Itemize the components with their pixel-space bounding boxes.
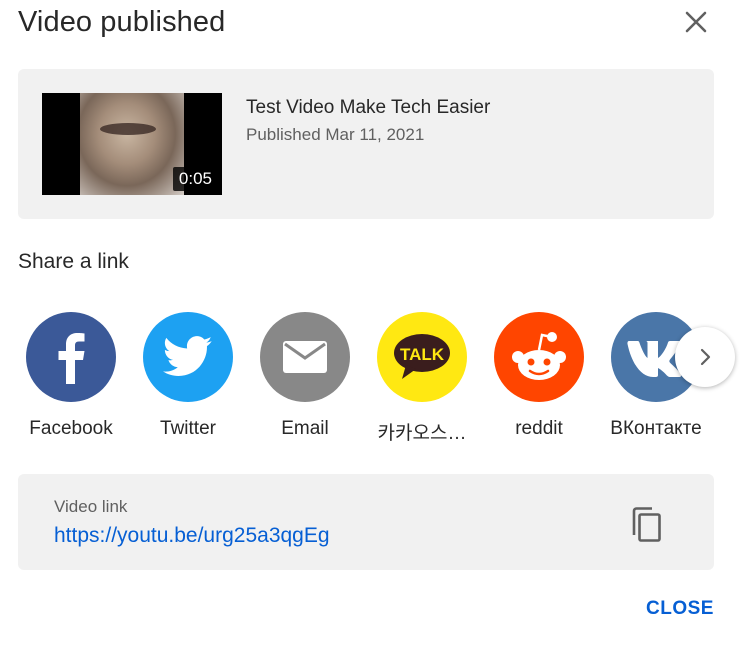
video-title: Test Video Make Tech Easier	[246, 97, 491, 118]
twitter-icon	[143, 312, 233, 402]
share-facebook-button[interactable]: Facebook	[16, 312, 126, 440]
share-label: Facebook	[29, 418, 113, 439]
video-card: 0:05 Test Video Make Tech Easier Publish…	[18, 69, 714, 219]
video-link-card: Video link https://youtu.be/urg25a3qgEg	[18, 474, 714, 570]
dialog-title: Video published	[18, 6, 226, 38]
share-twitter-button[interactable]: Twitter	[133, 312, 243, 440]
close-icon[interactable]	[680, 6, 712, 38]
kakao-badge-text: TALK	[400, 345, 445, 364]
thumbnail-image	[80, 93, 184, 195]
facebook-icon	[26, 312, 116, 402]
video-link-url[interactable]: https://youtu.be/urg25a3qgEg	[54, 524, 330, 548]
share-heading: Share a link	[18, 250, 129, 273]
share-label: Twitter	[160, 418, 216, 439]
video-duration: 0:05	[172, 167, 218, 191]
reddit-icon	[494, 312, 584, 402]
chevron-right-icon	[700, 348, 711, 366]
kakao-talk-icon: TALK	[377, 312, 467, 402]
video-published-date: Published Mar 11, 2021	[246, 125, 425, 144]
copy-icon[interactable]	[630, 507, 662, 543]
share-label: ВКонтакте	[610, 418, 702, 439]
video-thumbnail[interactable]: 0:05	[42, 93, 222, 195]
share-email-button[interactable]: Email	[250, 312, 360, 440]
share-label: Email	[281, 418, 329, 439]
share-label: reddit	[515, 418, 563, 439]
email-icon	[260, 312, 350, 402]
share-kakao-button[interactable]: TALK 카카오스…	[367, 312, 477, 445]
close-button[interactable]: CLOSE	[646, 598, 714, 620]
video-link-label: Video link	[54, 497, 128, 516]
share-label: 카카오스…	[377, 423, 467, 444]
share-reddit-button[interactable]: reddit	[484, 312, 594, 440]
thumbnail-detail	[100, 123, 156, 135]
share-next-button[interactable]	[675, 327, 735, 387]
